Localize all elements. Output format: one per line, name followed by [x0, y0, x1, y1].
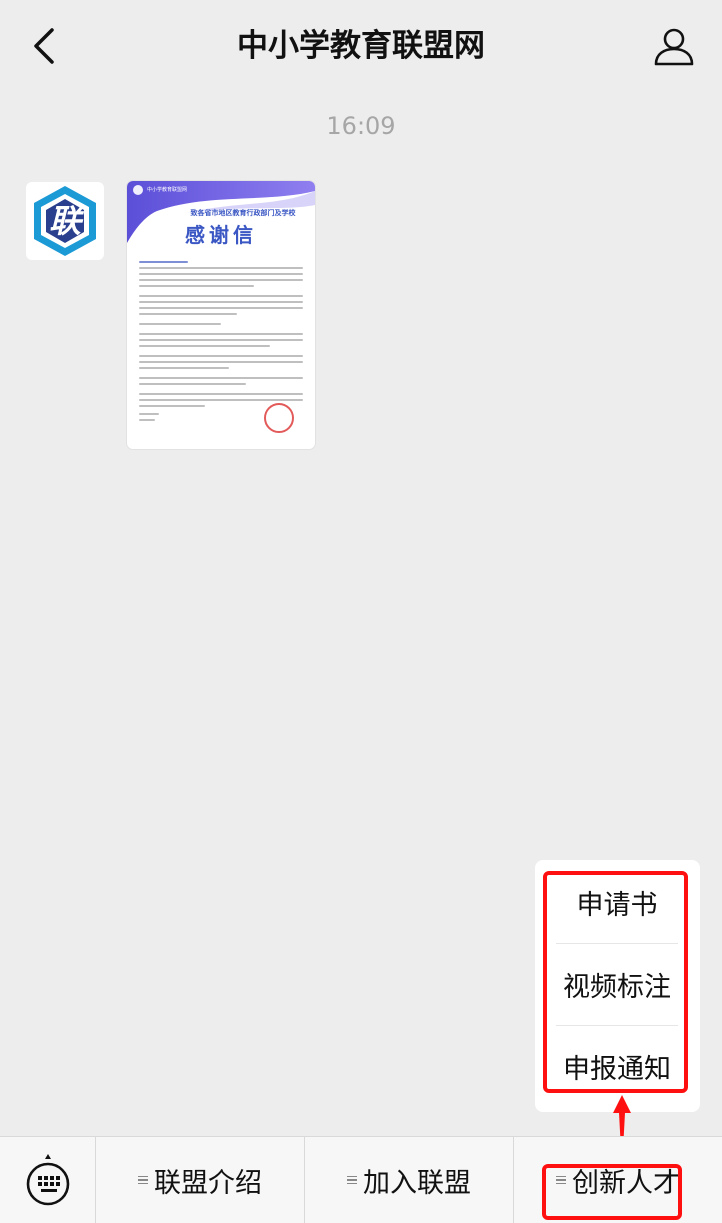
menu-divider [556, 1025, 678, 1026]
tab-join-alliance[interactable]: 加入联盟 [305, 1137, 513, 1223]
menu-lines-icon [347, 1174, 357, 1187]
menu-divider [556, 943, 678, 944]
avatar-logo-text: 联 [48, 202, 81, 240]
sender-avatar[interactable]: 联 [26, 182, 104, 260]
back-button[interactable] [18, 18, 70, 74]
tab-label: 联盟介绍 [154, 1167, 262, 1199]
profile-button[interactable] [648, 20, 700, 72]
document-body-text [139, 261, 303, 425]
tab-label: 创新人才 [572, 1167, 680, 1199]
header-bar: 中小学教育联盟网 [0, 0, 722, 92]
document-message-card[interactable]: 中小学教育联盟网 致各省市地区教育行政部门及学校 感谢信 [127, 181, 315, 449]
menu-item-video-annotation[interactable]: 视频标注 [556, 948, 678, 1028]
document-seal [264, 403, 294, 433]
chevron-left-icon [34, 28, 54, 64]
document-subtitle: 致各省市地区教育行政部门及学校 [190, 209, 296, 217]
page-title: 中小学教育联盟网 [237, 28, 485, 64]
keyboard-toggle-button[interactable] [0, 1137, 95, 1223]
document-header-text: 中小学教育联盟网 [147, 187, 188, 193]
tab-label: 加入联盟 [363, 1167, 471, 1199]
menu-item-application[interactable]: 申请书 [556, 866, 678, 946]
menu-lines-icon [556, 1174, 566, 1187]
person-icon [654, 28, 694, 66]
message-timestamp: 16:09 [326, 112, 396, 140]
tab-innovative-talent[interactable]: 创新人才 [514, 1137, 722, 1223]
tab-alliance-intro[interactable]: 联盟介绍 [96, 1137, 304, 1223]
document-title: 感谢信 [185, 223, 257, 247]
bottom-menu-bar: 联盟介绍 加入联盟 创新人才 [0, 1136, 722, 1223]
menu-lines-icon [138, 1174, 148, 1187]
keyboard-icon [26, 1154, 69, 1206]
